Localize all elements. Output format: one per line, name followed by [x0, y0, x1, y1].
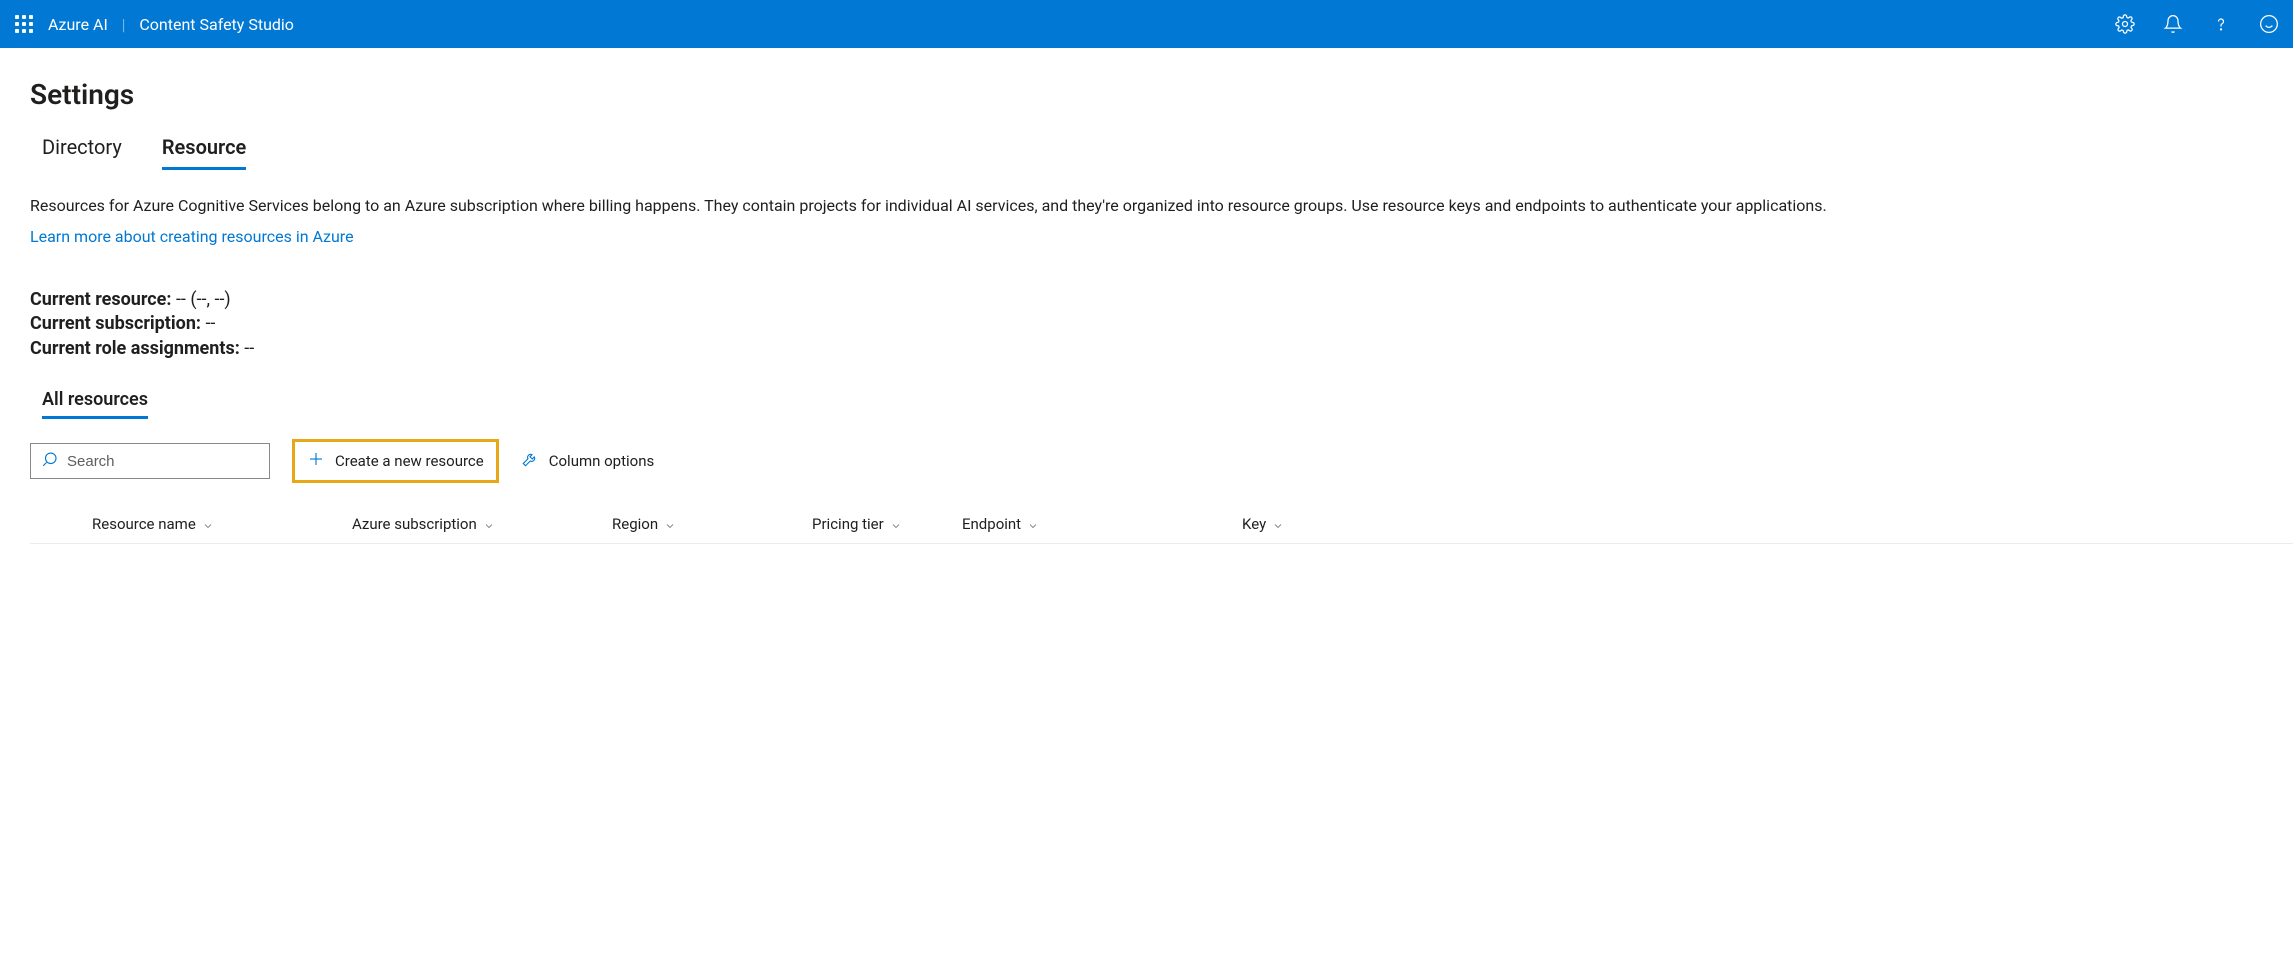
notification-bell-icon[interactable] — [2161, 12, 2185, 36]
current-resource-label: Current resource: — [30, 289, 171, 310]
brand-divider: | — [122, 15, 126, 34]
column-resource-name-label: Resource name — [92, 515, 196, 533]
search-input[interactable] — [67, 444, 266, 478]
column-region-label: Region — [612, 515, 658, 533]
create-resource-button[interactable]: Create a new resource — [292, 439, 499, 483]
column-pricing-tier[interactable]: Pricing tier — [812, 515, 962, 533]
current-subscription-label: Current subscription: — [30, 313, 201, 334]
chevron-down-icon — [1272, 518, 1284, 530]
current-subscription-line: Current subscription: -- — [30, 312, 2293, 336]
current-resource-value: -- (--, --) — [176, 289, 231, 310]
learn-more-link[interactable]: Learn more about creating resources in A… — [30, 227, 354, 246]
tab-resource[interactable]: Resource — [162, 135, 246, 170]
search-icon — [41, 450, 59, 472]
current-role-line: Current role assignments: -- — [30, 337, 2293, 361]
chevron-down-icon — [202, 518, 214, 530]
create-resource-label: Create a new resource — [335, 452, 484, 470]
all-resources-tab[interactable]: All resources — [42, 389, 148, 419]
resource-description: Resources for Azure Cognitive Services b… — [30, 194, 2293, 217]
current-role-label: Current role assignments: — [30, 338, 240, 359]
top-header: Azure AI | Content Safety Studio — [0, 0, 2293, 48]
page-title: Settings — [30, 78, 2293, 111]
wrench-icon — [521, 450, 539, 472]
column-key-label: Key — [1242, 515, 1266, 533]
current-info-block: Current resource: -- (--, --) Current su… — [30, 288, 2293, 361]
column-resource-name[interactable]: Resource name — [92, 515, 352, 533]
current-resource-line: Current resource: -- (--, --) — [30, 288, 2293, 312]
column-options-button[interactable]: Column options — [521, 450, 655, 472]
column-endpoint[interactable]: Endpoint — [962, 515, 1242, 533]
product-title[interactable]: Azure AI | Content Safety Studio — [48, 15, 294, 34]
brand-name: Azure AI — [48, 15, 108, 34]
tab-directory[interactable]: Directory — [42, 135, 122, 170]
current-subscription-value: -- — [205, 313, 215, 334]
settings-gear-icon[interactable] — [2113, 12, 2137, 36]
column-pricing-tier-label: Pricing tier — [812, 515, 884, 533]
app-launcher-icon[interactable] — [8, 8, 40, 40]
header-left: Azure AI | Content Safety Studio — [8, 8, 294, 40]
column-azure-subscription[interactable]: Azure subscription — [352, 515, 612, 533]
header-right — [2113, 12, 2281, 36]
resources-toolbar: Create a new resource Column options — [30, 439, 2293, 483]
main-content: Settings Directory Resource Resources fo… — [0, 48, 2293, 544]
help-icon[interactable] — [2209, 12, 2233, 36]
column-options-label: Column options — [549, 452, 655, 470]
chevron-down-icon — [483, 518, 495, 530]
chevron-down-icon — [890, 518, 902, 530]
plus-icon — [307, 450, 325, 472]
chevron-down-icon — [1027, 518, 1039, 530]
feedback-smiley-icon[interactable] — [2257, 12, 2281, 36]
column-region[interactable]: Region — [612, 515, 812, 533]
column-azure-subscription-label: Azure subscription — [352, 515, 477, 533]
resource-table-header: Resource name Azure subscription Region … — [30, 505, 2293, 544]
chevron-down-icon — [664, 518, 676, 530]
studio-name: Content Safety Studio — [139, 15, 294, 34]
settings-tabs: Directory Resource — [30, 135, 2293, 170]
search-box[interactable] — [30, 443, 270, 479]
current-role-value: -- — [244, 338, 254, 359]
column-key[interactable]: Key — [1242, 515, 1362, 533]
column-endpoint-label: Endpoint — [962, 515, 1021, 533]
